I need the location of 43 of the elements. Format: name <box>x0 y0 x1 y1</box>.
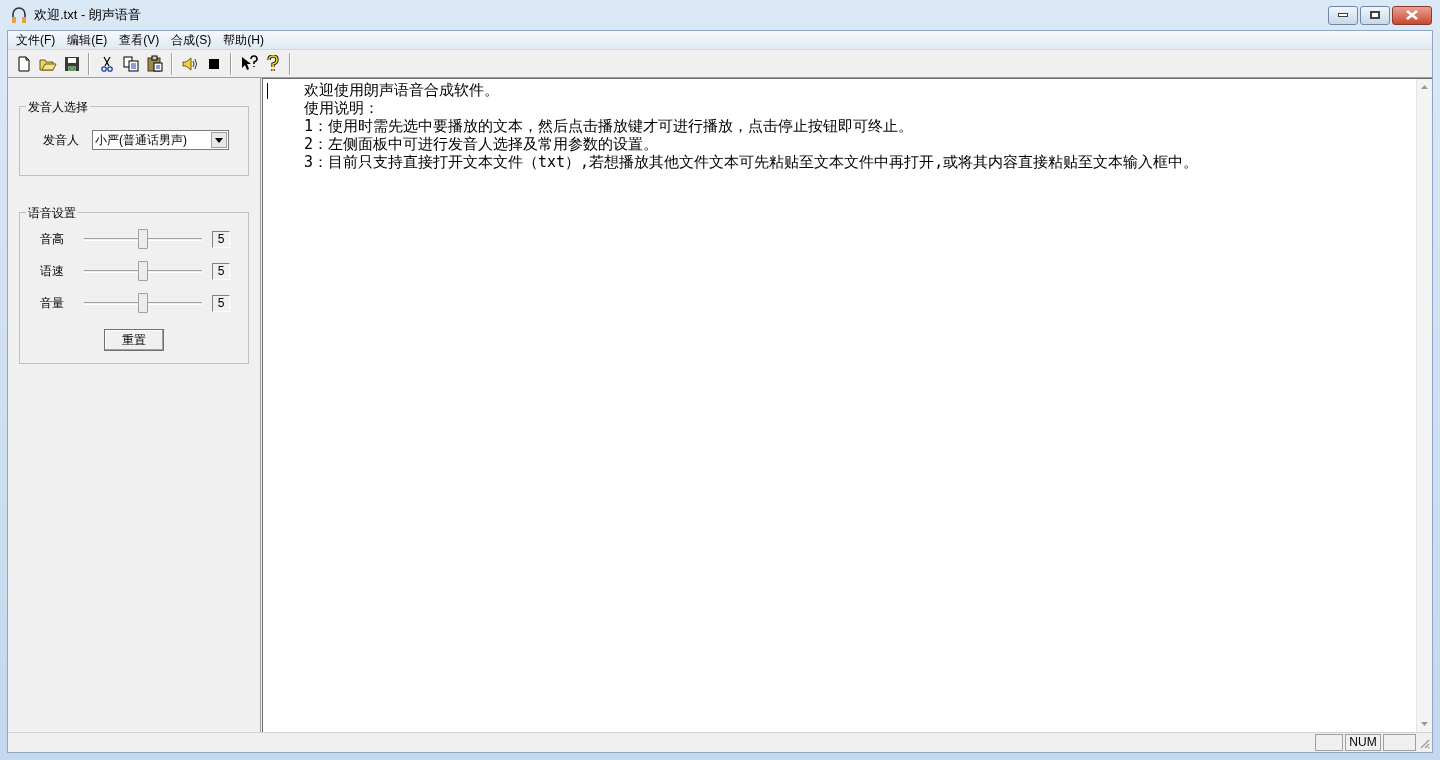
status-pane <box>1383 734 1416 751</box>
minimize-button[interactable] <box>1328 5 1358 25</box>
vertical-scrollbar[interactable] <box>1416 79 1432 732</box>
copy-icon <box>121 54 140 73</box>
help-pointer-icon <box>239 54 258 73</box>
menu-item[interactable]: 编辑(E) <box>61 31 114 49</box>
maximize-icon <box>1370 11 1380 19</box>
menu-item[interactable]: 查看(V) <box>113 31 166 49</box>
slider-track[interactable] <box>84 229 202 249</box>
slider-thumb[interactable] <box>138 229 148 249</box>
slider-thumb[interactable] <box>138 293 148 313</box>
scroll-down-icon[interactable] <box>1421 722 1428 726</box>
text-editor[interactable]: 欢迎使用朗声语音合成软件。 使用说明： 1：使用时需先选中要播放的文本，然后点击播放键才可进行播放，点击停止按钮即可终止。 2：左侧面板中可进行发音人选择及常用参数的设置。 3：目前只支持直接打开文本文件（txt）,若想播放其他文件文本可先粘贴至文本文件中再打开,或将其内容直接粘贴至文本输入框中。 <box>263 81 1416 171</box>
status-pane <box>1315 734 1343 751</box>
slider-label: 语速 <box>40 263 65 280</box>
slider-track[interactable] <box>84 293 202 313</box>
speaker-label: 发音人 <box>43 132 79 149</box>
reset-button[interactable]: 重置 <box>104 329 164 351</box>
window-title: 欢迎.txt - 朗声语音 <box>34 6 141 25</box>
speaker-dropdown[interactable]: 小严(普通话男声) <box>92 130 229 150</box>
menu-item[interactable]: 文件(F) <box>10 31 62 49</box>
headphones-icon <box>10 6 28 24</box>
slider-track[interactable] <box>84 261 202 281</box>
slider-value: 5 <box>212 230 230 248</box>
slider-label: 音量 <box>40 295 65 312</box>
status-indicator: NUM <box>1345 734 1381 751</box>
close-button[interactable] <box>1392 5 1432 25</box>
close-icon <box>1405 10 1419 20</box>
speaker-icon <box>180 54 199 73</box>
maximize-button[interactable] <box>1360 5 1390 25</box>
group-title: 发音人选择 <box>26 98 90 116</box>
clipboard-icon <box>145 54 164 73</box>
caret-icon <box>215 137 223 143</box>
menu-item[interactable]: 帮助(H) <box>217 31 270 49</box>
group-title: 语音设置 <box>26 204 78 222</box>
slider-thumb[interactable] <box>138 261 148 281</box>
scroll-up-icon[interactable] <box>1421 85 1428 89</box>
minimize-icon <box>1338 13 1348 17</box>
slider-label: 音高 <box>40 231 65 248</box>
menu-item[interactable]: 合成(S) <box>165 31 218 49</box>
slider-value: 5 <box>212 294 230 312</box>
text-cursor <box>267 83 268 99</box>
slider-value: 5 <box>212 262 230 280</box>
